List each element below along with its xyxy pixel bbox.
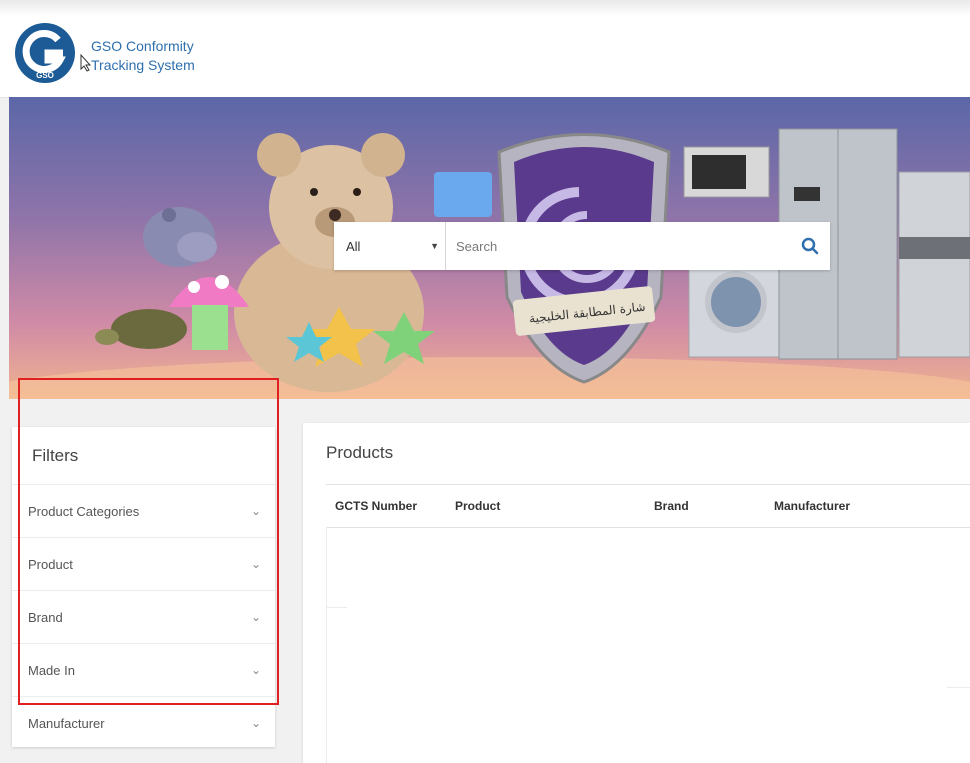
filter-brand[interactable]: Brand ⌄ [12, 591, 275, 644]
products-table-body [326, 527, 970, 763]
products-table-header: GCTS Number Product Brand Manufacturer [326, 484, 970, 528]
logo-badge-text: GSO [36, 71, 54, 80]
filter-label: Product [28, 556, 73, 572]
category-select[interactable]: All ▼ [334, 222, 446, 270]
category-select-value: All [346, 238, 361, 254]
app-name-line2: Tracking System [91, 57, 195, 73]
turtle-toy-icon [95, 309, 187, 349]
products-title: Products [326, 443, 394, 462]
search-input[interactable] [446, 222, 790, 270]
chevron-down-icon: ⌄ [250, 610, 261, 624]
lego-block-icon [434, 172, 492, 217]
gso-logo-icon: GSO [15, 23, 75, 83]
filter-label: Brand [28, 609, 63, 625]
caret-down-icon: ▼ [430, 241, 439, 251]
filter-manufacturer[interactable]: Manufacturer ⌄ [12, 697, 275, 750]
app-name-line1: GSO Conformity [91, 38, 194, 54]
filter-label: Manufacturer [28, 715, 105, 731]
row-divider [327, 607, 347, 608]
gso-logo[interactable]: GSO [12, 20, 78, 86]
header-top-shade [0, 0, 970, 16]
chevron-down-icon: ⌄ [250, 557, 261, 571]
microwave-icon [683, 146, 770, 198]
search-bar: All ▼ [334, 222, 830, 270]
stove-icon [898, 171, 970, 358]
filter-label: Product Categories [28, 503, 140, 519]
chevron-down-icon: ⌄ [250, 504, 261, 518]
column-header-product[interactable]: Product [455, 499, 500, 513]
column-header-gcts-number[interactable]: GCTS Number [335, 499, 417, 513]
filter-made-in[interactable]: Made In ⌄ [12, 644, 275, 697]
row-divider [947, 687, 970, 688]
products-panel: Products GCTS Number Product Brand Manuf… [303, 423, 970, 763]
app-name[interactable]: GSO Conformity Tracking System [91, 37, 195, 75]
chevron-down-icon: ⌄ [250, 716, 261, 730]
search-icon [801, 237, 819, 255]
washing-machine-icon [688, 256, 785, 358]
hippo-toy-icon [143, 207, 217, 267]
filters-title: Filters [12, 427, 275, 485]
column-header-manufacturer[interactable]: Manufacturer [774, 499, 850, 513]
app-header: GSO GSO Conformity Tracking System [0, 0, 970, 98]
filter-label: Made In [28, 662, 75, 678]
filters-panel: Filters Product Categories ⌄ Product ⌄ B… [12, 427, 275, 750]
chevron-down-icon: ⌄ [250, 663, 261, 677]
column-header-brand[interactable]: Brand [654, 499, 689, 513]
search-button[interactable] [790, 222, 830, 270]
filter-product[interactable]: Product ⌄ [12, 538, 275, 591]
filter-product-categories[interactable]: Product Categories ⌄ [12, 485, 275, 538]
mouse-pointer-icon [80, 54, 92, 72]
